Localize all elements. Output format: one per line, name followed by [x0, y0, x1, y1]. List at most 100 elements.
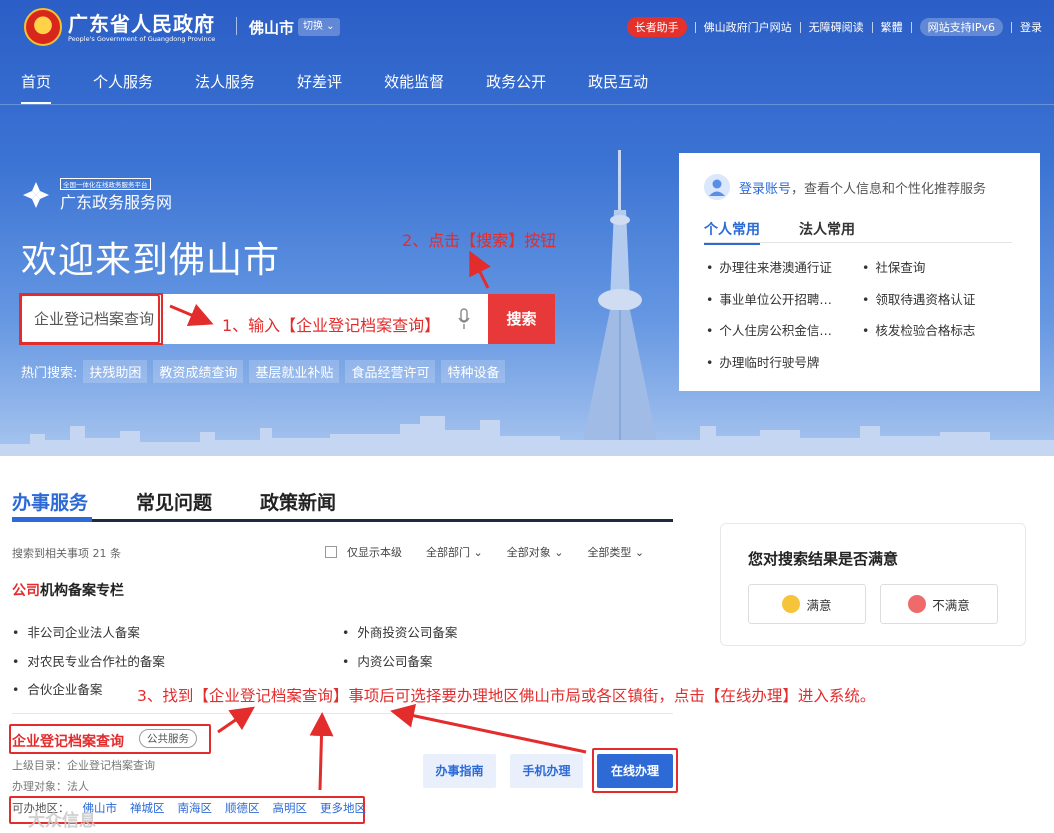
result-item-title[interactable]: 企业登记档案查询: [12, 731, 124, 751]
city-skyline: [0, 416, 1054, 456]
unsatisfied-button[interactable]: 不满意: [880, 584, 998, 624]
panel-tabs: 个人常用 法人常用: [704, 219, 1012, 245]
area-nanhai[interactable]: 南海区: [178, 800, 213, 816]
online-handle-button[interactable]: 在线办理: [597, 754, 673, 788]
tab-services[interactable]: 办事服务: [12, 488, 88, 515]
ipv6-badge: 网站支持IPv6: [919, 18, 1003, 36]
panel-item[interactable]: 办理往来港澳通行证: [706, 257, 832, 276]
panel-item[interactable]: 事业单位公开招聘…: [706, 289, 832, 308]
column-item[interactable]: 合伙企业备案: [12, 679, 102, 698]
result-tabs: 办事服务 常见问题 政策新闻: [12, 488, 384, 515]
divider: [236, 17, 237, 35]
hot-tag[interactable]: 教资成绩查询: [153, 360, 244, 383]
column-title-highlight: 公司: [12, 583, 40, 599]
elder-helper-button[interactable]: 长者助手: [626, 17, 687, 37]
current-city: 佛山市: [249, 19, 295, 37]
divider: [799, 21, 801, 33]
welcome-heading: 欢迎来到佛山市: [21, 240, 281, 281]
national-emblem-icon: [24, 8, 62, 46]
nav-supervision[interactable]: 效能监督: [384, 71, 444, 92]
area-shunde[interactable]: 顺德区: [225, 800, 260, 816]
hot-tag[interactable]: 食品经营许可: [345, 360, 436, 383]
gov-title: 广东省人民政府: [68, 12, 215, 36]
column-item[interactable]: 对农民专业合作社的备案: [12, 651, 165, 670]
top-bar: 广东省人民政府 People's Government of Guangdong…: [0, 0, 1054, 56]
tab-faq[interactable]: 常见问题: [136, 488, 212, 515]
platform-name: 广东政务服务网: [60, 193, 173, 212]
tab-personal-common[interactable]: 个人常用: [704, 219, 760, 245]
login-prompt-text: ，查看个人信息和个性化推荐服务: [791, 182, 987, 197]
gov-subtitle: People's Government of Guangdong Provinc…: [68, 35, 216, 43]
nav-divider: [0, 104, 1054, 105]
portal-link[interactable]: 佛山政府门户网站: [704, 19, 792, 35]
area-chancheng[interactable]: 禅城区: [130, 800, 165, 816]
satisfied-button[interactable]: 满意: [748, 584, 866, 624]
service-target: 办理对象：法人: [12, 780, 89, 793]
filter-bar: 仅显示本级 全部部门 ⌄ 全部对象 ⌄ 全部类型 ⌄: [325, 544, 644, 560]
hot-tag[interactable]: 基层就业补贴: [249, 360, 340, 383]
top-links: 长者助手 佛山政府门户网站 无障碍阅读 繁體 网站支持IPv6 登录: [626, 17, 1042, 37]
annotation-step1: 1、输入【企业登记档案查询】: [222, 316, 441, 335]
divider: [694, 21, 696, 33]
hot-search-label: 热门搜索:: [21, 366, 78, 381]
area-more[interactable]: 更多地区: [320, 800, 366, 816]
platform-logo-icon: [23, 182, 49, 208]
column-title-text: 机构备案专栏: [40, 583, 124, 599]
only-local-checkbox[interactable]: [325, 546, 337, 558]
hot-search: 热门搜索: 扶残助困 教资成绩查询 基层就业补贴 食品经营许可 特种设备: [21, 360, 506, 383]
nav-home[interactable]: 首页: [21, 71, 52, 104]
service-type-badge: 公共服务: [139, 729, 197, 748]
annotation-step2: 2、点击【搜索】按钮: [402, 231, 557, 250]
accessibility-link[interactable]: 无障碍阅读: [809, 19, 864, 35]
annotation-step3: 3、找到【企业登记档案查询】事项后可选择要办理地区佛山市局或各区镇街，点击【在线…: [137, 687, 876, 705]
column-item[interactable]: 外商投资公司备案: [342, 622, 457, 641]
active-tab-indicator: [12, 517, 92, 522]
result-count: 搜索到相关事项 21 条: [12, 547, 121, 560]
tab-legal-common[interactable]: 法人常用: [799, 219, 855, 239]
guide-button[interactable]: 办事指南: [423, 754, 496, 788]
hot-tag[interactable]: 特种设备: [441, 360, 506, 383]
nav-personal-service[interactable]: 个人服务: [93, 71, 153, 92]
login-link[interactable]: 登录: [1020, 19, 1042, 35]
column-item[interactable]: 内资公司备案: [342, 651, 432, 670]
area-gaoming[interactable]: 高明区: [273, 800, 308, 816]
nav-legal-service[interactable]: 法人服务: [195, 71, 255, 92]
panel-item[interactable]: 核发检验合格标志: [862, 320, 975, 339]
tabs-underline: [12, 519, 673, 522]
mobile-handle-button[interactable]: 手机办理: [510, 754, 583, 788]
search-button[interactable]: 搜索: [488, 294, 555, 344]
nav-rating[interactable]: 好差评: [297, 71, 342, 92]
unsatisfied-label: 不满意: [932, 597, 970, 613]
panel-item[interactable]: 社保查询: [862, 257, 925, 276]
divider: [910, 21, 912, 33]
nav-open-affairs[interactable]: 政务公开: [486, 71, 546, 92]
traditional-chinese-link[interactable]: 繁體: [881, 19, 903, 35]
parent-directory: 上级目录：企业登记档案查询: [12, 759, 155, 772]
nav-interaction[interactable]: 政民互动: [588, 71, 648, 92]
smile-icon: [782, 595, 801, 613]
login-account-link[interactable]: 登录账号: [739, 182, 791, 197]
panel-item[interactable]: 领取待遇资格认证: [862, 289, 975, 308]
panel-item[interactable]: 个人住房公积金信…: [706, 320, 832, 339]
department-filter[interactable]: 全部部门 ⌄: [426, 544, 483, 560]
hot-tag[interactable]: 扶残助困: [83, 360, 148, 383]
tab-policy-news[interactable]: 政策新闻: [260, 488, 336, 515]
divider: [871, 21, 873, 33]
search-input[interactable]: 企业登记档案查询: [20, 294, 160, 344]
divider: [1011, 21, 1012, 33]
microphone-icon[interactable]: [458, 308, 470, 330]
panel-item[interactable]: 办理临时行驶号牌: [706, 352, 819, 371]
column-item[interactable]: 非公司企业法人备案: [12, 622, 140, 641]
column-title: 公司机构备案专栏: [12, 580, 124, 600]
city-switch-button[interactable]: 切换 ⌄: [298, 18, 340, 36]
satisfied-label: 满意: [806, 597, 832, 613]
target-filter[interactable]: 全部对象 ⌄: [507, 544, 564, 560]
login-prompt: 登录账号，查看个人信息和个性化推荐服务: [739, 178, 986, 197]
user-avatar-icon: [704, 174, 730, 200]
only-local-label: 仅显示本级: [347, 546, 402, 559]
watermark: 大众信息: [28, 811, 96, 831]
section-divider: [12, 713, 673, 714]
frown-icon: [908, 595, 927, 613]
type-filter[interactable]: 全部类型 ⌄: [587, 544, 644, 560]
main-nav: 首页 个人服务 法人服务 好差评 效能监督 政务公开 政民互动: [21, 71, 690, 104]
